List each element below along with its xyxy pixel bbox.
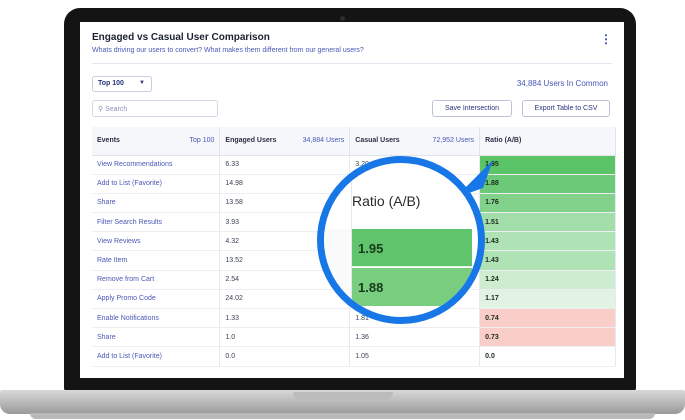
casual-cell: 1.05 <box>349 346 481 367</box>
laptop-base-groove <box>293 392 393 400</box>
event-cell: Filter Search Results <box>92 212 221 233</box>
engaged-cell: 0.0 <box>219 346 351 367</box>
table-header-row: Events Top 100 Engaged Users 34,884 User… <box>92 127 616 156</box>
column-sublabel: 72,952 Users <box>432 137 475 145</box>
users-in-common: 34,884 Users In Common <box>516 79 608 88</box>
magnifier-lens: Ratio (A/B) 1.95 1.88 <box>317 156 485 324</box>
event-cell: Rate Item <box>92 250 221 271</box>
top-select-value: Top 100 <box>98 80 124 87</box>
laptop-mockup: Engaged vs Casual User Comparison Whats … <box>0 0 685 420</box>
ratio-cell: 0.73 <box>479 327 616 348</box>
magnifier-neighbor-column <box>324 229 352 317</box>
event-cell: Enable Notifications <box>92 308 221 329</box>
event-cell: Add to List (Favorite) <box>92 346 221 367</box>
column-sublabel: Top 100 <box>189 137 215 145</box>
ratio-cell: 1.76 <box>479 193 616 214</box>
top-select[interactable]: Top 100 ▼ <box>92 76 152 92</box>
ratio-cell: 1.51 <box>479 212 616 233</box>
divider <box>92 63 612 64</box>
search-icon: ⚲ <box>98 106 104 113</box>
laptop-base-shadow <box>30 413 655 419</box>
column-label: Events <box>97 137 120 145</box>
column-header-engaged[interactable]: Engaged Users 34,884 Users <box>219 127 351 156</box>
event-cell: Share <box>92 193 221 214</box>
magnifier-cell: 1.95 <box>352 229 472 267</box>
column-label: Engaged Users <box>225 137 277 145</box>
search-placeholder: Search <box>105 106 128 113</box>
page-title: Engaged vs Casual User Comparison <box>92 32 270 43</box>
ratio-cell: 1.17 <box>479 289 616 310</box>
table-row[interactable]: Enable Notifications 1.33 1.81 0.74 <box>92 308 616 329</box>
more-options-icon[interactable]: ⋮ <box>600 33 612 45</box>
engaged-cell: 6.33 <box>219 155 351 175</box>
ratio-cell: 0.74 <box>479 308 616 329</box>
column-header-events[interactable]: Events Top 100 <box>92 127 221 156</box>
page-subtitle: Whats driving our users to convert? What… <box>92 47 364 54</box>
camera-icon <box>340 16 345 21</box>
magnifier-cell: 1.88 <box>352 268 472 306</box>
search-input[interactable]: ⚲ Search <box>92 100 218 117</box>
event-cell: Remove from Cart <box>92 270 221 290</box>
ratio-cell: 0.0 <box>479 346 616 367</box>
event-cell: Apply Promo Code <box>92 289 221 310</box>
column-label: Ratio (A/B) <box>485 137 522 145</box>
column-header-ratio[interactable]: Ratio (A/B) <box>479 127 616 156</box>
ratio-cell: 1.43 <box>479 250 616 271</box>
ratio-cell: 1.95 <box>479 155 616 175</box>
ratio-cell: 1.43 <box>479 231 616 252</box>
export-csv-button[interactable]: Export Table to CSV <box>522 100 610 117</box>
event-cell: View Reviews <box>92 231 221 252</box>
table-row[interactable]: Add to List (Favorite) 0.0 1.05 0.0 <box>92 346 616 367</box>
event-cell: Share <box>92 327 221 348</box>
save-intersection-button[interactable]: Save Intersection <box>432 100 512 117</box>
magnifier-heading: Ratio (A/B) <box>352 193 421 209</box>
column-sublabel: 34,884 Users <box>302 137 345 145</box>
ratio-cell: 1.24 <box>479 270 616 290</box>
engaged-cell: 14.98 <box>219 174 351 194</box>
chevron-down-icon: ▼ <box>139 80 145 86</box>
event-cell: View Recommendations <box>92 155 221 175</box>
header: Engaged vs Casual User Comparison Whats … <box>92 32 612 54</box>
column-header-casual[interactable]: Casual Users 72,952 Users <box>349 127 481 156</box>
ratio-cell: 1.88 <box>479 174 616 194</box>
table-row[interactable]: Share 1.0 1.36 0.73 <box>92 327 616 348</box>
column-label: Casual Users <box>355 137 400 145</box>
event-cell: Add to List (Favorite) <box>92 174 221 194</box>
casual-cell: 1.36 <box>349 327 481 348</box>
engaged-cell: 1.0 <box>219 327 351 348</box>
